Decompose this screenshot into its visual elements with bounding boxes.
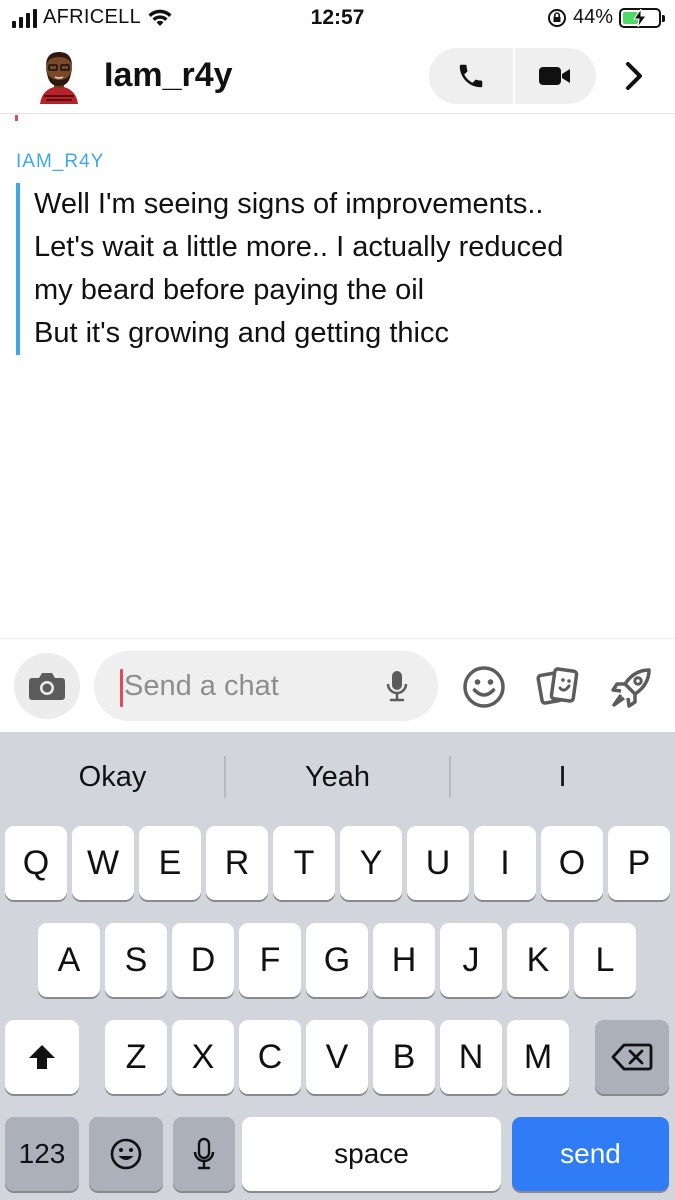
key-n[interactable]: N xyxy=(440,1020,502,1094)
predictive-bar: Okay Yeah I xyxy=(0,732,675,822)
emoji-keyboard-icon xyxy=(110,1138,142,1170)
chat-header: Iam_r4y xyxy=(0,38,675,114)
chat-message[interactable]: Well I'm seeing signs of improvements.. … xyxy=(16,183,563,355)
chat-input-placeholder: Send a chat xyxy=(124,670,279,702)
chat-input-bar: Send a chat xyxy=(0,638,675,732)
message-line: Well I'm seeing signs of improvements.. xyxy=(34,188,544,220)
key-g[interactable]: G xyxy=(306,923,368,997)
emoji-icon xyxy=(463,666,505,708)
chat-messages[interactable]: IAM_R4Y Well I'm seeing signs of improve… xyxy=(0,115,675,637)
key-r[interactable]: R xyxy=(206,826,268,900)
backspace-key[interactable] xyxy=(595,1020,669,1094)
call-button-group xyxy=(429,48,596,104)
key-j[interactable]: J xyxy=(440,923,502,997)
voice-call-button[interactable] xyxy=(429,48,513,104)
battery-percent: 44% xyxy=(572,6,613,28)
key-e[interactable]: E xyxy=(139,826,201,900)
key-z[interactable]: Z xyxy=(105,1020,167,1094)
key-c[interactable]: C xyxy=(239,1020,301,1094)
cards-button[interactable] xyxy=(534,663,582,711)
key-p[interactable]: P xyxy=(608,826,670,900)
camera-icon xyxy=(29,673,65,700)
key-b[interactable]: B xyxy=(373,1020,435,1094)
key-a[interactable]: A xyxy=(38,923,100,997)
games-button[interactable] xyxy=(608,663,656,711)
key-x[interactable]: X xyxy=(172,1020,234,1094)
emoji-button[interactable] xyxy=(460,663,508,711)
key-o[interactable]: O xyxy=(541,826,603,900)
key-m[interactable]: M xyxy=(507,1020,569,1094)
message-line: But it's growing and getting thicc xyxy=(34,317,449,349)
suggestion-2[interactable]: Yeah xyxy=(225,732,450,822)
message-line: my beard before paying the oil xyxy=(34,274,425,306)
key-s[interactable]: S xyxy=(105,923,167,997)
camera-button[interactable] xyxy=(14,653,80,719)
status-bar: AFRICELL 12:57 44% xyxy=(0,0,675,38)
chat-input-field[interactable]: Send a chat xyxy=(94,651,438,721)
suggestion-1[interactable]: Okay xyxy=(0,732,225,822)
chevron-right-icon xyxy=(626,62,642,90)
key-t[interactable]: T xyxy=(273,826,335,900)
dictation-mic-icon xyxy=(193,1137,215,1170)
key-l[interactable]: L xyxy=(574,923,636,997)
send-key[interactable]: send xyxy=(512,1117,669,1191)
text-cursor xyxy=(120,669,123,707)
dictation-key[interactable] xyxy=(173,1117,235,1191)
key-v[interactable]: V xyxy=(306,1020,368,1094)
shift-icon xyxy=(29,1045,55,1069)
cards-icon xyxy=(536,667,579,705)
phone-icon xyxy=(459,64,482,88)
contact-name[interactable]: Iam_r4y xyxy=(104,56,233,95)
key-q[interactable]: Q xyxy=(5,826,67,900)
key-k[interactable]: K xyxy=(507,923,569,997)
key-u[interactable]: U xyxy=(407,826,469,900)
emoji-keyboard-key[interactable] xyxy=(89,1117,163,1191)
key-f[interactable]: F xyxy=(239,923,301,997)
status-right: 44% xyxy=(547,6,665,29)
rotation-lock-icon xyxy=(547,8,566,27)
video-call-button[interactable] xyxy=(512,48,597,104)
rocket-icon xyxy=(611,668,651,708)
previous-message-marker xyxy=(15,115,18,121)
key-i[interactable]: I xyxy=(474,826,536,900)
shift-key[interactable] xyxy=(5,1020,79,1094)
key-w[interactable]: W xyxy=(72,826,134,900)
battery-charging-icon xyxy=(619,7,665,28)
message-line: Let's wait a little more.. I actually re… xyxy=(34,231,564,263)
avatar[interactable] xyxy=(30,46,88,104)
key-y[interactable]: Y xyxy=(340,826,402,900)
message-sender: IAM_R4Y xyxy=(16,151,105,172)
suggestion-3[interactable]: I xyxy=(450,732,675,822)
space-key[interactable]: space xyxy=(242,1117,501,1191)
video-camera-icon xyxy=(539,67,571,85)
backspace-icon xyxy=(611,1043,653,1071)
numbers-key[interactable]: 123 xyxy=(5,1117,79,1191)
header-more-button[interactable] xyxy=(614,56,654,96)
key-h[interactable]: H xyxy=(373,923,435,997)
keyboard: Okay Yeah I Q W E R T Y U I O P A S D F … xyxy=(0,732,675,1200)
key-d[interactable]: D xyxy=(172,923,234,997)
microphone-icon[interactable] xyxy=(385,669,409,703)
